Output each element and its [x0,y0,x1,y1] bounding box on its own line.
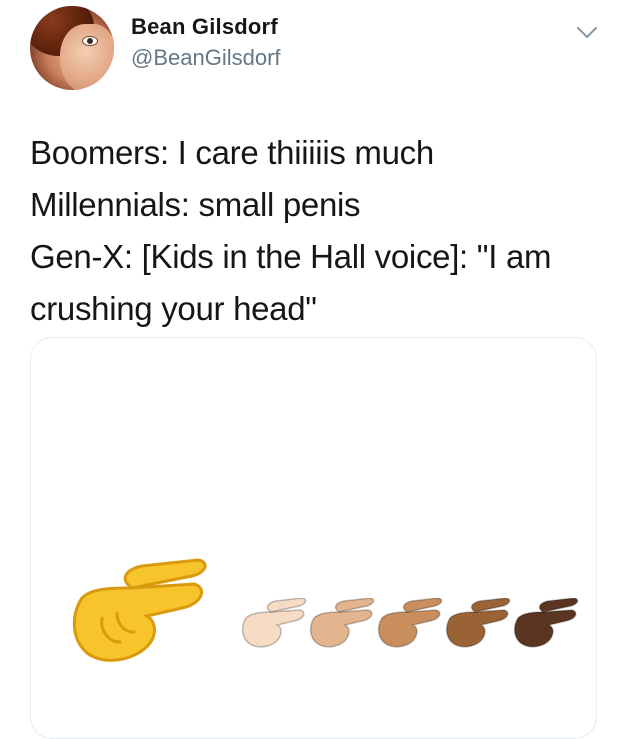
pinching-hand-icon-small [309,598,375,648]
pinching-hand-icon-large [72,558,207,662]
avatar-face [60,24,114,90]
author-name[interactable]: Bean Gilsdorf [131,14,278,40]
emoji-row [60,548,600,668]
avatar-eye [82,36,98,46]
tweet-line: crushing your head" [30,290,317,327]
tweet-line: Gen-X: [Kids in the Hall voice]: "I am [30,238,552,275]
chevron-down-icon[interactable] [576,25,598,41]
tweet-text: Boomers: I care thiiiiis much Millennial… [30,127,610,335]
tweet-line: Boomers: I care thiiiiis much [30,134,434,171]
media-card[interactable] [30,337,597,739]
tweet-line: Millennials: small penis [30,186,361,223]
pinching-hand-icon-small [377,598,443,648]
avatar[interactable] [30,6,114,90]
pinching-hand-icon-small [445,598,511,648]
pinching-hand-icon-small [513,598,579,648]
pinching-hand-icon-small [241,598,307,648]
author-handle[interactable]: @BeanGilsdorf [131,45,281,71]
